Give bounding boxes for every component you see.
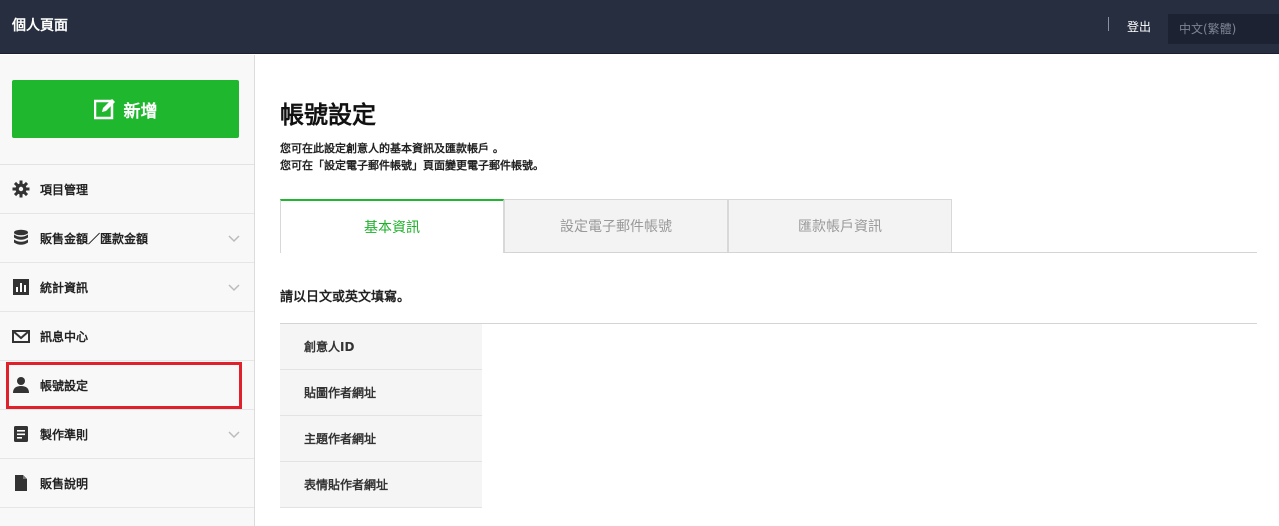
form-label: 主題作者網址 bbox=[280, 416, 482, 462]
section-note: 請以日文或英文填寫。 bbox=[280, 290, 411, 305]
header-title[interactable]: 個人頁面 bbox=[12, 15, 68, 35]
new-button-label: 新增 bbox=[123, 101, 158, 122]
user-icon bbox=[12, 376, 30, 394]
bar-chart-icon bbox=[12, 278, 30, 296]
sidebar-item-label: 訊息中心 bbox=[40, 329, 89, 344]
sidebar-item-sales-guide[interactable]: 販售說明 bbox=[0, 459, 254, 508]
sidebar: 新增 項目管理 販售金額／匯款金額 統計資訊 訊息中心 帳號設定 製作準則 販售… bbox=[0, 55, 255, 526]
sidebar-item-label: 販售說明 bbox=[40, 476, 89, 491]
form-value bbox=[482, 324, 1257, 370]
tab-bar: 基本資訊 設定電子郵件帳號 匯款帳戶資訊 bbox=[280, 199, 1257, 253]
form-row: 表情貼作者網址 bbox=[280, 462, 1257, 508]
sidebar-item-account-settings[interactable]: 帳號設定 bbox=[0, 361, 254, 410]
form-label: 表情貼作者網址 bbox=[280, 462, 482, 508]
header-separator bbox=[1108, 17, 1109, 31]
form-row: 主題作者網址 bbox=[280, 416, 1257, 462]
chevron-down-icon[interactable] bbox=[228, 428, 240, 440]
sidebar-item-project-management[interactable]: 項目管理 bbox=[0, 165, 254, 214]
form-label: 貼圖作者網址 bbox=[280, 370, 482, 416]
top-header: 個人頁面 登出 中文(繁體) bbox=[0, 0, 1279, 54]
sidebar-item-label: 統計資訊 bbox=[40, 280, 89, 295]
tab-remittance-account[interactable]: 匯款帳戶資訊 bbox=[728, 199, 952, 252]
new-button[interactable]: 新增 bbox=[12, 80, 239, 138]
description-line: 您可在此設定創意人的基本資訊及匯款帳戶 。 bbox=[280, 142, 504, 155]
tab-basic-info[interactable]: 基本資訊 bbox=[280, 199, 504, 253]
main-content: 帳號設定 您可在此設定創意人的基本資訊及匯款帳戶 。 您可在「設定電子郵件帳號」… bbox=[256, 55, 1279, 526]
chevron-down-icon[interactable] bbox=[228, 232, 240, 244]
file-icon bbox=[12, 474, 30, 492]
form-row: 創意人ID bbox=[280, 324, 1257, 370]
envelope-icon bbox=[12, 327, 30, 345]
form-table: 創意人ID 貼圖作者網址 主題作者網址 表情貼作者網址 bbox=[280, 323, 1257, 508]
page-title: 帳號設定 bbox=[280, 101, 376, 129]
sidebar-item-sales-amount[interactable]: 販售金額／匯款金額 bbox=[0, 214, 254, 263]
edit-icon bbox=[93, 99, 115, 120]
sidebar-item-message-center[interactable]: 訊息中心 bbox=[0, 312, 254, 361]
form-value bbox=[482, 462, 1257, 508]
logout-link[interactable]: 登出 bbox=[1127, 18, 1151, 35]
form-label: 創意人ID bbox=[280, 324, 482, 370]
gear-icon bbox=[12, 180, 30, 198]
sidebar-item-label: 販售金額／匯款金額 bbox=[40, 231, 149, 246]
database-icon bbox=[12, 229, 30, 247]
sidebar-nav: 項目管理 販售金額／匯款金額 統計資訊 訊息中心 帳號設定 製作準則 販售說明 bbox=[0, 165, 254, 508]
sidebar-item-label: 項目管理 bbox=[40, 182, 89, 197]
document-icon bbox=[12, 425, 30, 443]
form-value bbox=[482, 416, 1257, 462]
sidebar-item-label: 製作準則 bbox=[40, 427, 89, 442]
language-select[interactable]: 中文(繁體) bbox=[1168, 14, 1279, 44]
form-row: 貼圖作者網址 bbox=[280, 370, 1257, 416]
sidebar-item-label: 帳號設定 bbox=[40, 378, 89, 393]
page-description: 您可在此設定創意人的基本資訊及匯款帳戶 。 您可在「設定電子郵件帳號」頁面變更電… bbox=[280, 140, 544, 174]
tab-email-settings[interactable]: 設定電子郵件帳號 bbox=[504, 199, 728, 252]
form-value bbox=[482, 370, 1257, 416]
description-line: 您可在「設定電子郵件帳號」頁面變更電子郵件帳號。 bbox=[280, 159, 544, 172]
sidebar-item-guidelines[interactable]: 製作準則 bbox=[0, 410, 254, 459]
chevron-down-icon[interactable] bbox=[228, 281, 240, 293]
sidebar-item-statistics[interactable]: 統計資訊 bbox=[0, 263, 254, 312]
